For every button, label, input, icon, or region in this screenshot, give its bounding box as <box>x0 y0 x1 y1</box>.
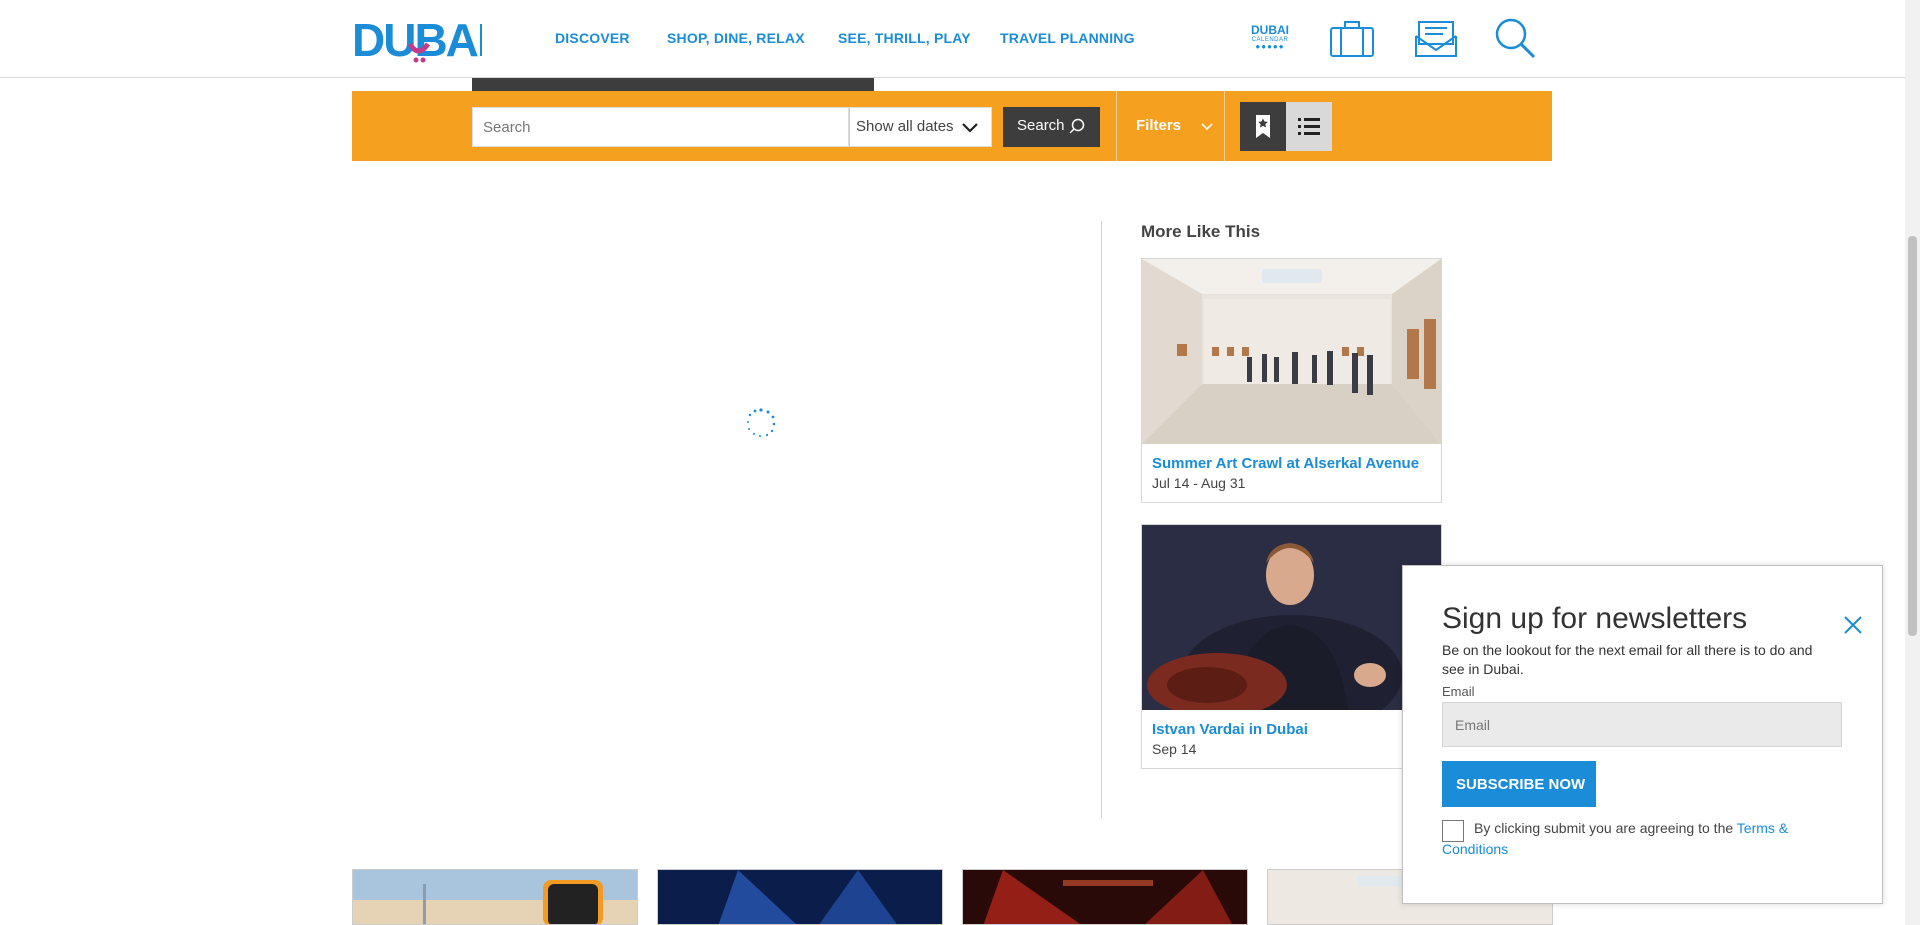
dubai-calendar-logo[interactable]: DUBAI CALENDAR ●●●●● <box>1246 23 1294 51</box>
thumbnail-card[interactable] <box>352 869 638 925</box>
bar-divider <box>1224 91 1225 161</box>
suitcase-icon[interactable] <box>1329 16 1375 62</box>
magnifier-icon <box>1069 118 1085 134</box>
card-title[interactable]: Summer Art Crawl at Alserkal Avenue <box>1152 455 1419 472</box>
newsletter-popup: Sign up for newsletters Be on the lookou… <box>1402 565 1883 904</box>
search-input[interactable] <box>472 107 849 147</box>
thumbnail-card[interactable] <box>657 869 943 925</box>
bookmark-star-icon <box>1256 115 1270 138</box>
newsletter-icon[interactable] <box>1413 16 1459 62</box>
newsletter-description: Be on the lookout for the next email for… <box>1442 642 1813 677</box>
calendar-logo-line1: DUBAI <box>1251 23 1289 37</box>
dubai-logo[interactable]: DUBAI <box>352 14 482 64</box>
stage-thumbnail-image <box>963 870 1247 924</box>
newsletter-heading: Sign up for newsletters <box>1442 602 1748 635</box>
calendar-logo-dots: ●●●●● <box>1255 42 1285 51</box>
terms-text: By clicking submit you are agreeing to t… <box>1442 818 1832 860</box>
loading-spinner-icon <box>747 408 776 437</box>
card-date: Sep 14 <box>1152 741 1197 757</box>
content-divider <box>1101 221 1102 818</box>
email-field[interactable] <box>1442 702 1842 747</box>
gallery-event-image <box>1142 259 1441 444</box>
filters-label: Filters <box>1136 117 1182 134</box>
nav-shop-dine-relax[interactable]: SHOP, DINE, RELAX <box>667 30 805 46</box>
thumbnail-card[interactable] <box>962 869 1248 925</box>
subscribe-button[interactable]: SUBSCRIBE NOW <box>1442 761 1596 807</box>
search-button-label: Search <box>1017 117 1065 134</box>
more-like-this-title: More Like This <box>1141 222 1261 241</box>
email-label: Email <box>1442 684 1475 699</box>
svg-text:DUBAI: DUBAI <box>352 14 482 64</box>
dark-tab <box>472 78 874 91</box>
date-filter-value: Show all dates <box>856 118 954 135</box>
list-icon <box>1298 118 1320 135</box>
search-button[interactable]: Search <box>1003 107 1100 147</box>
event-card[interactable]: Istvan Vardai in Dubai Sep 14 <box>1141 524 1442 769</box>
cellist-event-image <box>1142 525 1441 710</box>
chevron-down-icon <box>1201 123 1213 131</box>
search-icon[interactable] <box>1492 16 1538 62</box>
terms-prefix: By clicking submit you are agreeing to t… <box>1474 820 1737 836</box>
bookmark-view-button[interactable] <box>1240 102 1286 151</box>
date-filter-select[interactable]: Show all dates <box>849 107 992 147</box>
nav-see-thrill-play[interactable]: SEE, THRILL, PLAY <box>838 30 971 46</box>
card-date: Jul 14 - Aug 31 <box>1152 475 1246 491</box>
nav-discover[interactable]: DISCOVER <box>555 30 630 46</box>
list-view-button[interactable] <box>1286 102 1332 151</box>
nav-travel-planning[interactable]: TRAVEL PLANNING <box>1000 30 1135 46</box>
site-header: DUBAI DISCOVER SHOP, DINE, RELAX SEE, TH… <box>0 0 1905 78</box>
event-card[interactable]: Summer Art Crawl at Alserkal Avenue Jul … <box>1141 258 1442 503</box>
filters-button[interactable]: Filters <box>1116 107 1224 147</box>
close-icon[interactable] <box>1842 614 1864 636</box>
card-title[interactable]: Istvan Vardai in Dubai <box>1152 721 1308 738</box>
chevron-down-icon <box>962 123 978 133</box>
city-thumbnail-image <box>353 870 637 924</box>
concert-thumbnail-image <box>658 870 942 924</box>
scrollbar-thumb[interactable] <box>1908 236 1917 636</box>
